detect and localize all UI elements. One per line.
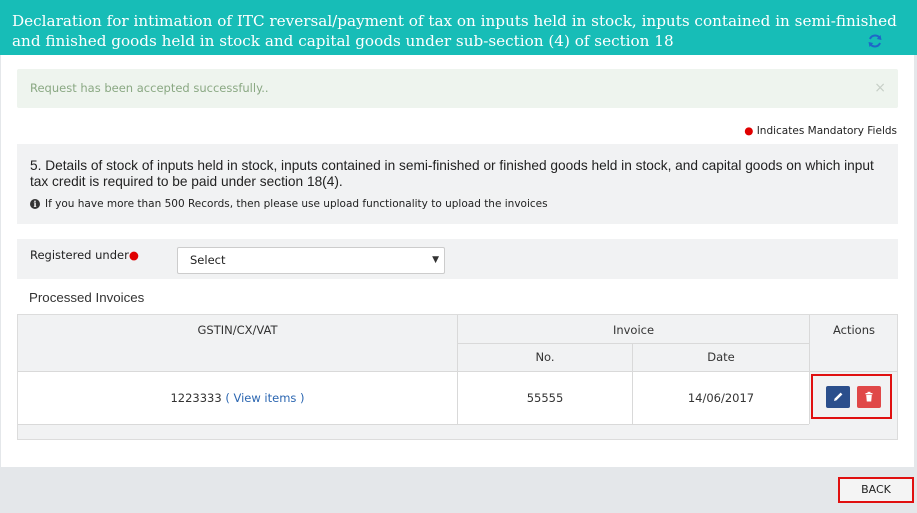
column-header-no: No.	[535, 350, 555, 364]
processed-invoices-title: Processed Invoices	[29, 290, 145, 305]
registered-under-label: Registered under●	[30, 248, 139, 262]
mandatory-note-text: Indicates Mandatory Fields	[756, 125, 897, 137]
processed-invoices-table: GSTIN/CX/VAT Invoice No. Date Actions 12…	[17, 314, 898, 440]
row-actions	[811, 374, 892, 419]
dropdown-arrow-icon: ▼	[432, 255, 439, 265]
column-header-actions: Actions	[832, 323, 875, 337]
gstin-cell: 1223333 ( View items )	[18, 391, 457, 405]
required-dot-icon: ●	[128, 248, 139, 262]
page-title: Declaration for intimation of ITC revers…	[12, 12, 897, 50]
refresh-icon[interactable]	[867, 33, 883, 49]
required-dot-icon: ●	[744, 125, 754, 137]
back-button[interactable]: BACK	[838, 477, 914, 503]
column-header-invoice: Invoice	[612, 323, 655, 337]
registered-under-select[interactable]: Select ▼	[177, 247, 445, 274]
gstin-value: 1223333	[170, 391, 222, 405]
info-note-text: If you have more than 500 Records, then …	[45, 198, 548, 210]
mandatory-note: ● Indicates Mandatory Fields	[744, 125, 897, 137]
registered-under-row: Registered under● Select ▼	[17, 239, 898, 279]
info-note: i If you have more than 500 Records, the…	[30, 198, 886, 210]
registered-under-label-text: Registered under	[30, 248, 129, 262]
invoice-date-cell: 14/06/2017	[687, 391, 755, 405]
column-header-date: Date	[707, 350, 735, 364]
trash-icon	[865, 391, 873, 402]
row-divider	[458, 343, 809, 344]
success-alert: Request has been accepted successfully..…	[17, 69, 898, 108]
view-items-link[interactable]: ( View items )	[225, 391, 304, 405]
section-title: 5. Details of stock of inputs held in st…	[30, 158, 874, 189]
row-divider	[18, 424, 809, 425]
edit-button[interactable]	[826, 386, 850, 408]
section-details: 5. Details of stock of inputs held in st…	[17, 144, 898, 224]
alert-message: Request has been accepted successfully..	[30, 81, 269, 95]
column-header-gstin: GSTIN/CX/VAT	[197, 323, 278, 337]
table-row: 1223333 ( View items ) 55555 14/06/2017	[18, 372, 809, 424]
invoice-no-cell: 55555	[526, 391, 564, 405]
delete-button[interactable]	[857, 386, 881, 408]
close-icon[interactable]: ×	[874, 69, 886, 108]
page-header: Declaration for intimation of ITC revers…	[0, 0, 917, 55]
select-value: Select	[190, 253, 226, 267]
main-card: Request has been accepted successfully..…	[1, 55, 914, 467]
pencil-icon	[834, 392, 843, 401]
info-icon: i	[30, 199, 40, 209]
